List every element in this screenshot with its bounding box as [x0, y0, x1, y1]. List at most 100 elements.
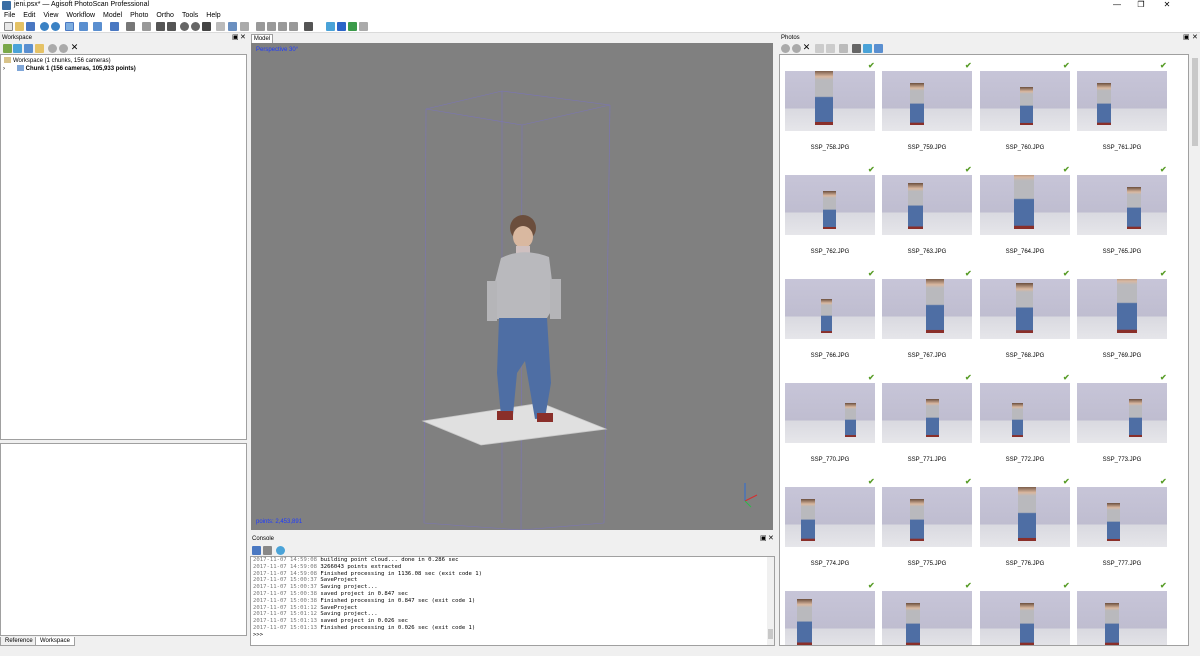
show-shapes-icon[interactable]	[348, 22, 357, 31]
zoom-out-icon[interactable]	[191, 22, 200, 31]
maximize-icon[interactable]: ❐	[1130, 0, 1152, 11]
model-view-icon[interactable]	[216, 22, 225, 31]
clear-log-icon[interactable]	[263, 546, 272, 555]
float-panel-icon[interactable]: ▣	[232, 34, 239, 42]
menu-file[interactable]: File	[0, 11, 19, 19]
remove-item-icon[interactable]: ✕	[70, 43, 79, 52]
photo-thumbnail[interactable]: ✔ SSP_772.JPG	[980, 371, 1070, 475]
photo-thumbnail[interactable]: ✔ SSP_758.JPG	[785, 59, 875, 163]
menu-tools[interactable]: Tools	[178, 11, 202, 19]
pen-icon[interactable]	[142, 22, 151, 31]
rectangle-selection-icon[interactable]	[79, 22, 88, 31]
open-icon[interactable]	[15, 22, 24, 31]
undo-icon[interactable]	[40, 22, 49, 31]
save-icon[interactable]	[26, 22, 35, 31]
photo-thumbnail[interactable]: ✔ SSP_759.JPG	[882, 59, 972, 163]
console-scrollbar[interactable]	[767, 557, 774, 645]
screenshot-icon[interactable]	[359, 22, 368, 31]
mesh-icon[interactable]	[278, 22, 287, 31]
photo-thumbnail[interactable]: ✔	[785, 579, 875, 645]
photo-thumbnail[interactable]: ✔ SSP_775.JPG	[882, 475, 972, 579]
photo-thumbnail[interactable]: ✔ SSP_765.JPG	[1077, 163, 1167, 267]
photo-thumbnail[interactable]: ✔ SSP_770.JPG	[785, 371, 875, 475]
menu-edit[interactable]: Edit	[19, 11, 39, 19]
menu-view[interactable]: View	[39, 11, 62, 19]
mask-icon[interactable]	[863, 44, 872, 53]
photo-thumbnail[interactable]: ✔ SSP_764.JPG	[980, 163, 1070, 267]
close-icon[interactable]: ✕	[1156, 0, 1178, 11]
float-photos-icon[interactable]: ▣	[1183, 34, 1190, 42]
redo-icon[interactable]	[51, 22, 60, 31]
view-mode-icon[interactable]	[874, 44, 883, 53]
photo-thumbnail[interactable]: ✔ SSP_768.JPG	[980, 267, 1070, 371]
filter-icon[interactable]	[852, 44, 861, 53]
show-cameras-icon[interactable]	[326, 22, 335, 31]
enable-icon[interactable]	[48, 44, 57, 53]
photo-thumbnail[interactable]: ✔ SSP_766.JPG	[785, 267, 875, 371]
tiled-model-icon[interactable]	[256, 22, 265, 31]
photo-thumbnail[interactable]: ✔ SSP_771.JPG	[882, 371, 972, 475]
move-region-icon[interactable]	[110, 22, 119, 31]
menu-workflow[interactable]: Workflow	[62, 11, 99, 19]
expand-chevron-icon[interactable]: ›	[3, 66, 5, 72]
texture-icon[interactable]	[289, 22, 298, 31]
crop-selection-icon[interactable]	[167, 22, 176, 31]
run-script-icon[interactable]	[276, 546, 285, 555]
save-log-icon[interactable]	[252, 546, 261, 555]
enable-cameras-icon[interactable]	[781, 44, 790, 53]
photo-thumbnail[interactable]: ✔	[882, 579, 972, 645]
close-console-icon[interactable]: ✕	[768, 535, 774, 543]
console-scroll-thumb[interactable]	[768, 629, 773, 639]
add-folder-icon[interactable]	[24, 44, 33, 53]
tree-row-workspace[interactable]: Workspace (1 chunks, 156 cameras)	[4, 57, 111, 64]
photo-thumbnail[interactable]: ✔ SSP_769.JPG	[1077, 267, 1167, 371]
disable-icon[interactable]	[59, 44, 68, 53]
menu-photo[interactable]: Photo	[126, 11, 152, 19]
photo-thumbnail[interactable]: ✔ SSP_774.JPG	[785, 475, 875, 579]
model-viewport[interactable]: Perspective 30° points: 2,453,891	[251, 43, 773, 530]
float-console-icon[interactable]: ▣	[760, 535, 767, 543]
menu-help[interactable]: Help	[202, 11, 224, 19]
photo-thumbnail[interactable]: ✔ SSP_761.JPG	[1077, 59, 1167, 163]
delete-selection-icon[interactable]	[156, 22, 165, 31]
reset-filter-icon[interactable]	[839, 44, 848, 53]
point-cloud-icon[interactable]	[228, 22, 237, 31]
region-icon[interactable]	[304, 22, 313, 31]
rotate-left-icon[interactable]	[815, 44, 824, 53]
dense-cloud-icon[interactable]	[267, 22, 276, 31]
photo-thumbnail[interactable]: ✔ SSP_760.JPG	[980, 59, 1070, 163]
photo-thumbnail[interactable]: ✔ SSP_773.JPG	[1077, 371, 1167, 475]
reset-view-icon[interactable]	[202, 22, 211, 31]
disable-cameras-icon[interactable]	[792, 44, 801, 53]
shading-icon[interactable]	[240, 22, 249, 31]
photos-scroll-thumb[interactable]	[1192, 58, 1198, 146]
add-photos-icon[interactable]	[13, 44, 22, 53]
menu-ortho[interactable]: Ortho	[152, 11, 178, 19]
photo-thumbnail[interactable]: ✔ SSP_776.JPG	[980, 475, 1070, 579]
photo-thumbnail[interactable]: ✔ SSP_777.JPG	[1077, 475, 1167, 579]
ruler-icon[interactable]	[126, 22, 135, 31]
tab-workspace[interactable]: Workspace	[35, 637, 75, 646]
remove-cameras-icon[interactable]: ✕	[802, 43, 811, 52]
close-photos-icon[interactable]: ✕	[1192, 34, 1198, 42]
menu-model[interactable]: Model	[99, 11, 126, 19]
photo-thumbnail[interactable]: ✔ SSP_763.JPG	[882, 163, 972, 267]
tab-model[interactable]: Model	[251, 34, 273, 43]
tree-row-chunk[interactable]: › Chunk 1 (156 cameras, 105,933 points)	[3, 65, 136, 72]
minimize-icon[interactable]: —	[1106, 0, 1128, 11]
show-markers-icon[interactable]	[337, 22, 346, 31]
new-icon[interactable]	[4, 22, 13, 31]
close-panel-icon[interactable]: ✕	[240, 34, 246, 42]
zoom-in-icon[interactable]	[180, 22, 189, 31]
add-chunk-icon[interactable]	[3, 44, 12, 53]
add-marker-icon[interactable]	[35, 44, 44, 53]
photo-thumbnail[interactable]: ✔ SSP_762.JPG	[785, 163, 875, 267]
navigation-icon[interactable]	[65, 22, 74, 31]
resize-region-icon[interactable]	[93, 22, 102, 31]
photos-scrollbar[interactable]	[1190, 54, 1200, 646]
photo-thumbnail[interactable]: ✔	[1077, 579, 1167, 645]
photo-thumbnail[interactable]: ✔	[980, 579, 1070, 645]
tab-reference[interactable]: Reference	[0, 637, 38, 646]
photo-thumbnail[interactable]: ✔ SSP_767.JPG	[882, 267, 972, 371]
rotate-right-icon[interactable]	[826, 44, 835, 53]
